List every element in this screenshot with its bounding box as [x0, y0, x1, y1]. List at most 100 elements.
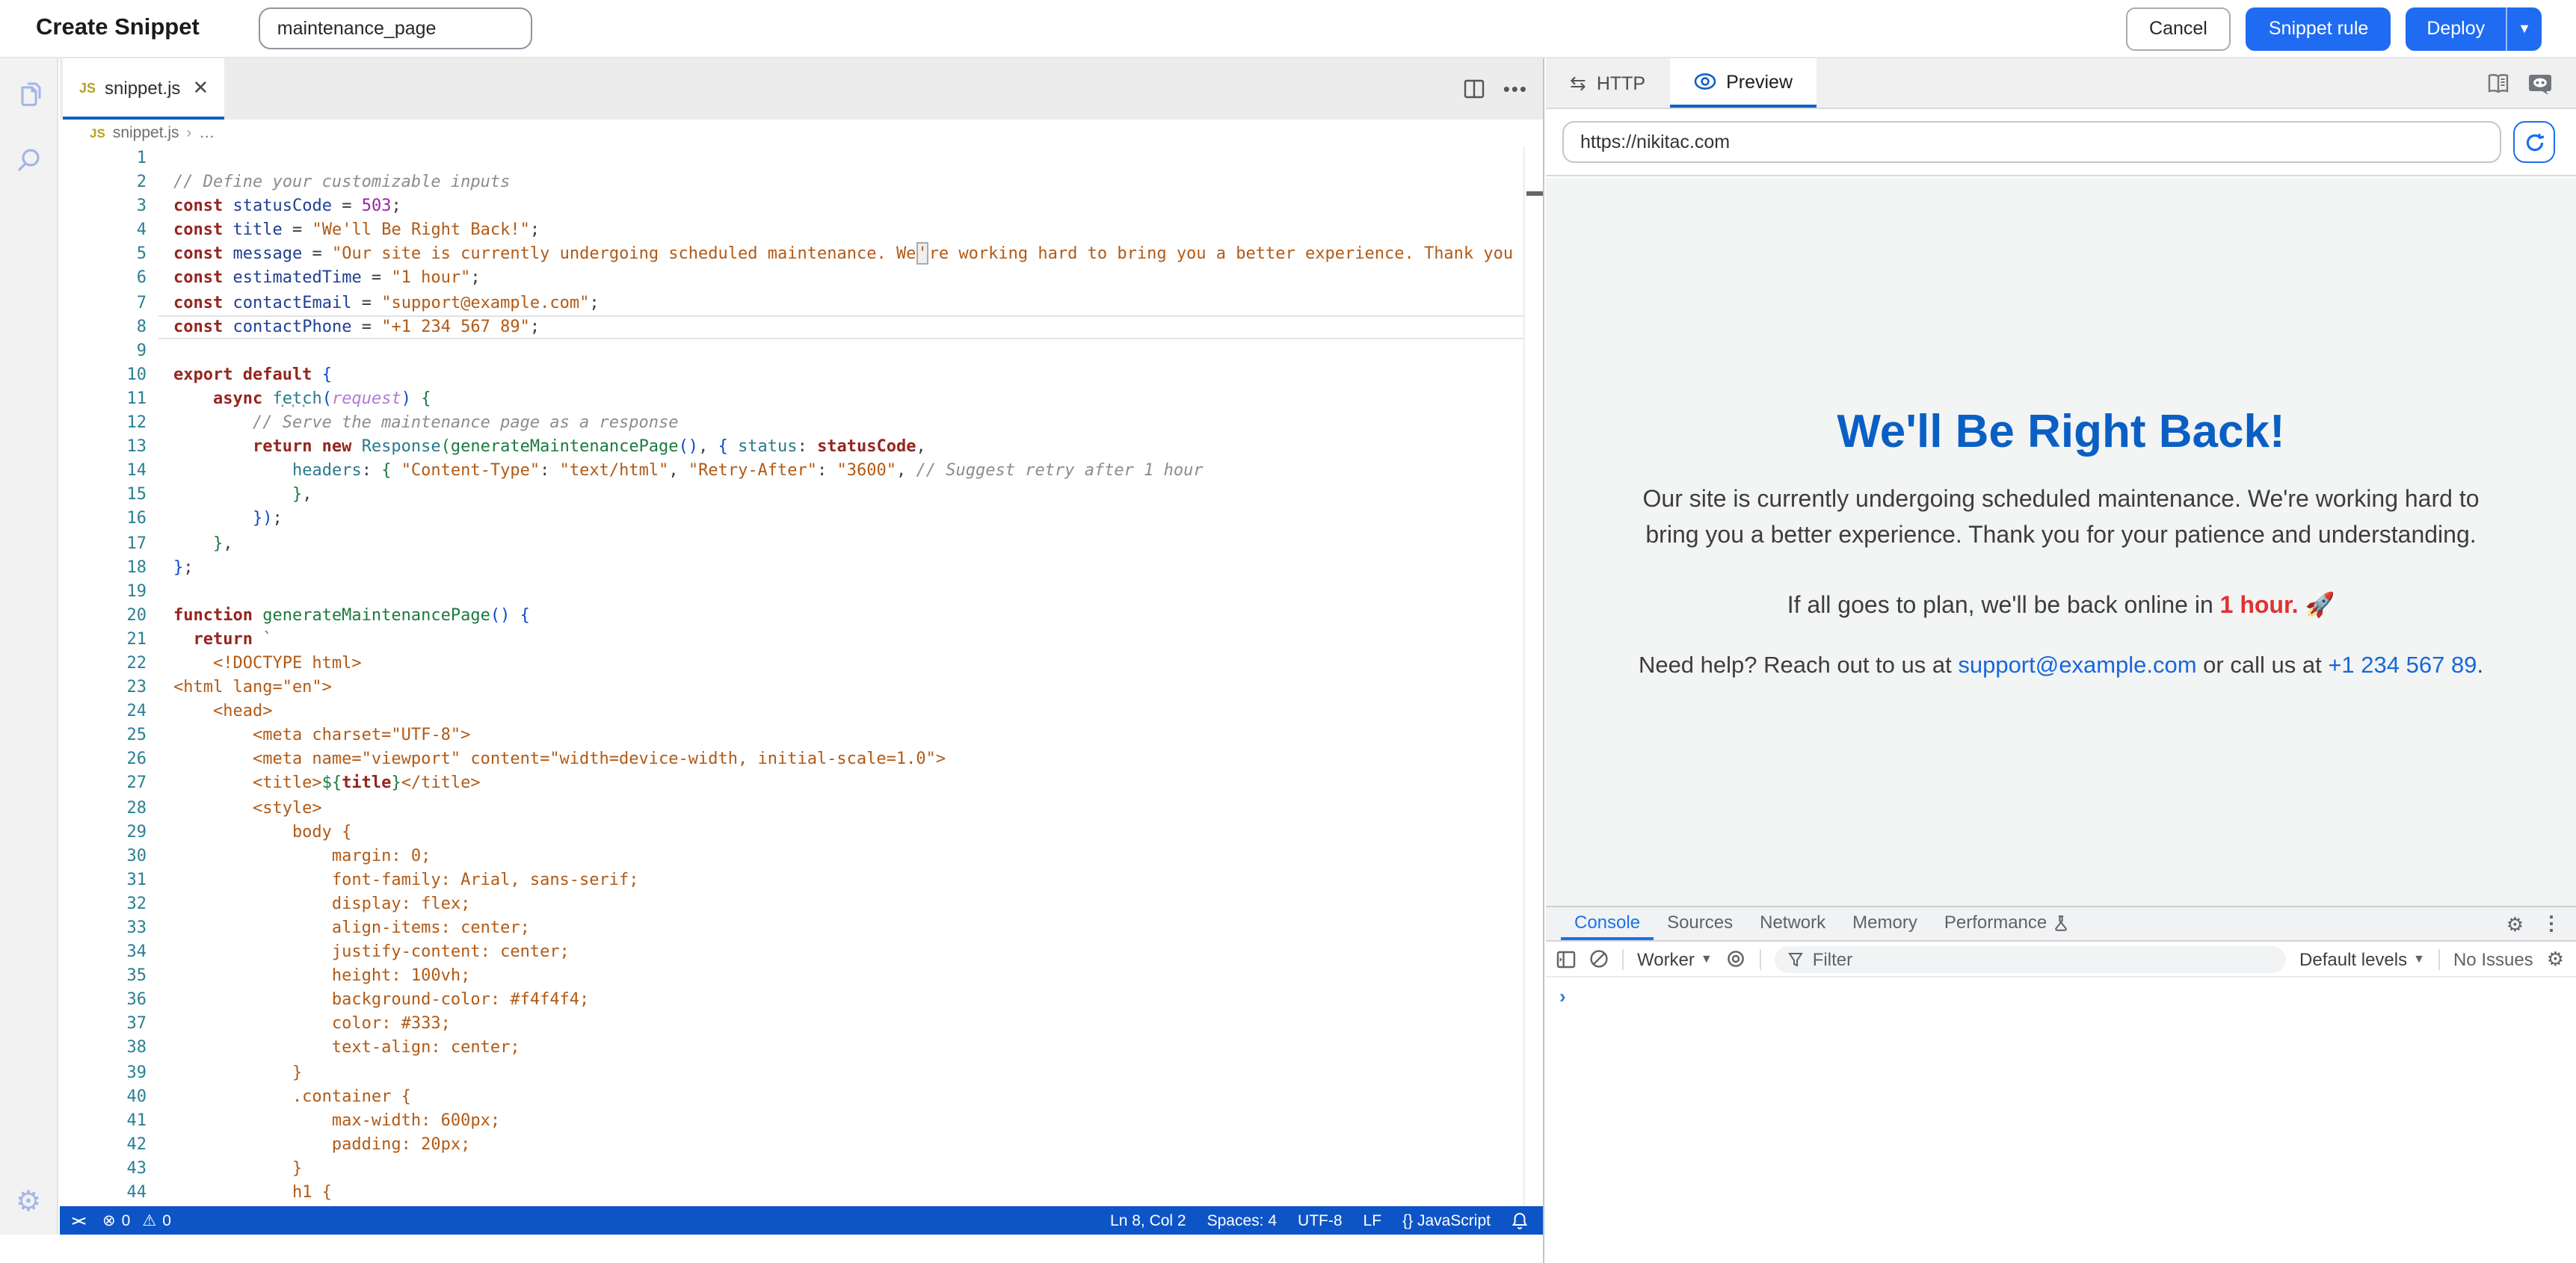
split-editor-button[interactable]	[1464, 79, 1485, 99]
line-number: 5	[60, 243, 154, 267]
problems-indicator[interactable]: ⊗0 ⚠0	[102, 1211, 171, 1229]
code-line[interactable]: 22 <!DOCTYPE html>	[60, 652, 1543, 676]
code-line[interactable]: 15 },	[60, 484, 1543, 507]
code-line[interactable]: 30 margin: 0;	[60, 844, 1543, 868]
editor-scrollbar[interactable]	[1523, 146, 1543, 1206]
tab-snippet-js[interactable]: JS snippet.js ✕	[63, 58, 224, 120]
breadcrumb[interactable]: JS snippet.js › …	[60, 120, 1543, 146]
code-line[interactable]: 5const message = "Our site is currently …	[60, 243, 1543, 267]
code-line[interactable]: 16 });	[60, 507, 1543, 531]
code-line[interactable]: 6const estimatedTime = "1 hour";	[60, 267, 1543, 291]
code-line[interactable]: 13 return new Response(generateMaintenan…	[60, 435, 1543, 459]
clear-console-button[interactable]	[1589, 949, 1609, 969]
chevron-down-icon: ▼	[1701, 952, 1713, 966]
code-line[interactable]: 17 },	[60, 531, 1543, 555]
search-button[interactable]	[10, 142, 46, 178]
split-editor-icon	[1464, 79, 1485, 99]
code-line[interactable]: 32 display: flex;	[60, 892, 1543, 916]
status-bar: >< ⊗0 ⚠0 Ln 8, Col 2 Spaces: 4 UTF-8 LF …	[60, 1206, 1543, 1235]
code-line[interactable]: 21 return `	[60, 628, 1543, 652]
deploy-dropdown-button[interactable]: ▼	[2506, 7, 2542, 50]
code-line[interactable]: 33 align-items: center;	[60, 916, 1543, 940]
tab-http[interactable]: ⇆ HTTP	[1546, 58, 1669, 108]
console-prompt[interactable]: ›	[1559, 985, 1566, 1007]
encoding-setting[interactable]: UTF-8	[1298, 1211, 1343, 1229]
code-line[interactable]: 40 .container {	[60, 1084, 1543, 1108]
language-mode[interactable]: {} JavaScript	[1402, 1211, 1491, 1229]
code-line[interactable]: 37 color: #333;	[60, 1013, 1543, 1037]
deploy-button[interactable]: Deploy	[2406, 7, 2506, 50]
code-line[interactable]: 2// Define your customizable inputs	[60, 170, 1543, 194]
code-line[interactable]: 31 font-family: Arial, sans-serif;	[60, 868, 1543, 892]
editor-pane: ⚙ JS snippet.js ✕	[0, 58, 1544, 1263]
close-icon[interactable]: ✕	[192, 75, 209, 99]
tab-performance[interactable]: Performance	[1931, 907, 2081, 940]
tab-network[interactable]: Network	[1746, 907, 1839, 940]
phone-link[interactable]: +1 234 567 89	[2328, 652, 2477, 678]
notifications-bell-button[interactable]	[1512, 1211, 1528, 1229]
code-line[interactable]: 19	[60, 579, 1543, 603]
code-line[interactable]: 35 height: 100vh;	[60, 964, 1543, 988]
breadcrumb-file[interactable]: snippet.js	[113, 124, 179, 142]
code-line[interactable]: 9	[60, 339, 1543, 363]
log-levels-selector[interactable]: Default levels▼	[2299, 948, 2425, 969]
code-editor[interactable]: 12// Define your customizable inputs3con…	[60, 146, 1543, 1206]
code-line[interactable]: 43 }	[60, 1157, 1543, 1181]
more-actions-button[interactable]: •••	[1503, 78, 1528, 100]
tab-preview[interactable]: Preview	[1669, 58, 1817, 108]
filter-input[interactable]: Filter	[1775, 945, 2286, 972]
code-line[interactable]: 10export default {	[60, 363, 1543, 387]
code-line[interactable]: 8const contactPhone = "+1 234 567 89";	[60, 315, 1543, 339]
console-output[interactable]: ›	[1546, 978, 2576, 1263]
breadcrumb-more[interactable]: …	[199, 124, 215, 142]
discord-button[interactable]	[2528, 71, 2552, 95]
tab-sources[interactable]: Sources	[1654, 907, 1746, 940]
error-icon: ⊗	[102, 1211, 116, 1229]
code-line[interactable]: 41 max-width: 600px;	[60, 1109, 1543, 1133]
console-settings-button[interactable]: ⚙	[2547, 949, 2564, 969]
code-line[interactable]: 39 }	[60, 1060, 1543, 1084]
code-line[interactable]: 26 <meta name="viewport" content="width=…	[60, 748, 1543, 772]
code-line[interactable]: 25 <meta charset="UTF-8">	[60, 724, 1543, 748]
code-line[interactable]: 38 text-align: center;	[60, 1037, 1543, 1060]
code-line[interactable]: 3const statusCode = 503;	[60, 194, 1543, 218]
snippet-name-input[interactable]	[259, 7, 533, 49]
url-input[interactable]	[1562, 121, 2501, 163]
console-sidebar-toggle-button[interactable]	[1556, 950, 1576, 968]
eye-icon	[1693, 73, 1716, 90]
cancel-button[interactable]: Cancel	[2125, 7, 2231, 50]
indentation-setting[interactable]: Spaces: 4	[1207, 1211, 1277, 1229]
live-expression-button[interactable]	[1726, 951, 1747, 967]
code-line[interactable]: 34 justify-content: center;	[60, 940, 1543, 964]
issues-counter[interactable]: No Issues	[2453, 948, 2533, 969]
code-line[interactable]: 44 h1 {	[60, 1181, 1543, 1205]
support-email-link[interactable]: support@example.com	[1958, 652, 2196, 678]
remote-indicator-icon[interactable]: ><	[72, 1213, 84, 1228]
cursor-position[interactable]: Ln 8, Col 2	[1110, 1211, 1186, 1229]
context-selector[interactable]: Worker▼	[1637, 948, 1713, 969]
code-line[interactable]: 36 background-color: #f4f4f4;	[60, 989, 1543, 1013]
code-line[interactable]: 28 <style>	[60, 796, 1543, 820]
code-line[interactable]: 1	[60, 146, 1543, 170]
eol-setting[interactable]: LF	[1364, 1211, 1382, 1229]
code-line[interactable]: 29 body {	[60, 820, 1543, 844]
snippet-rule-button[interactable]: Snippet rule	[2246, 7, 2391, 50]
code-line[interactable]: 14 headers: { "Content-Type": "text/html…	[60, 459, 1543, 483]
code-line[interactable]: 42 padding: 20px;	[60, 1133, 1543, 1157]
code-line[interactable]: 18};	[60, 555, 1543, 579]
tab-console[interactable]: Console	[1561, 907, 1654, 940]
refresh-button[interactable]	[2513, 121, 2555, 163]
tab-memory[interactable]: Memory	[1839, 907, 1931, 940]
kebab-menu-button[interactable]: ⋮	[2542, 912, 2561, 936]
docs-button[interactable]	[2486, 72, 2510, 93]
code-line[interactable]: 20function generateMaintenancePage() {	[60, 604, 1543, 628]
code-line[interactable]: 7const contactEmail = "support@example.c…	[60, 291, 1543, 315]
settings-button[interactable]: ⚙	[10, 1184, 46, 1220]
devtools-settings-button[interactable]: ⚙	[2506, 914, 2524, 933]
code-line[interactable]: 27 <title>${title}</title>	[60, 772, 1543, 796]
preview-url-bar	[1546, 109, 2576, 176]
code-line[interactable]: 23<html lang="en">	[60, 676, 1543, 700]
code-line[interactable]: 4const title = "We'll Be Right Back!";	[60, 219, 1543, 243]
code-line[interactable]: 24 <head>	[60, 700, 1543, 723]
files-explorer-button[interactable]	[10, 76, 46, 112]
